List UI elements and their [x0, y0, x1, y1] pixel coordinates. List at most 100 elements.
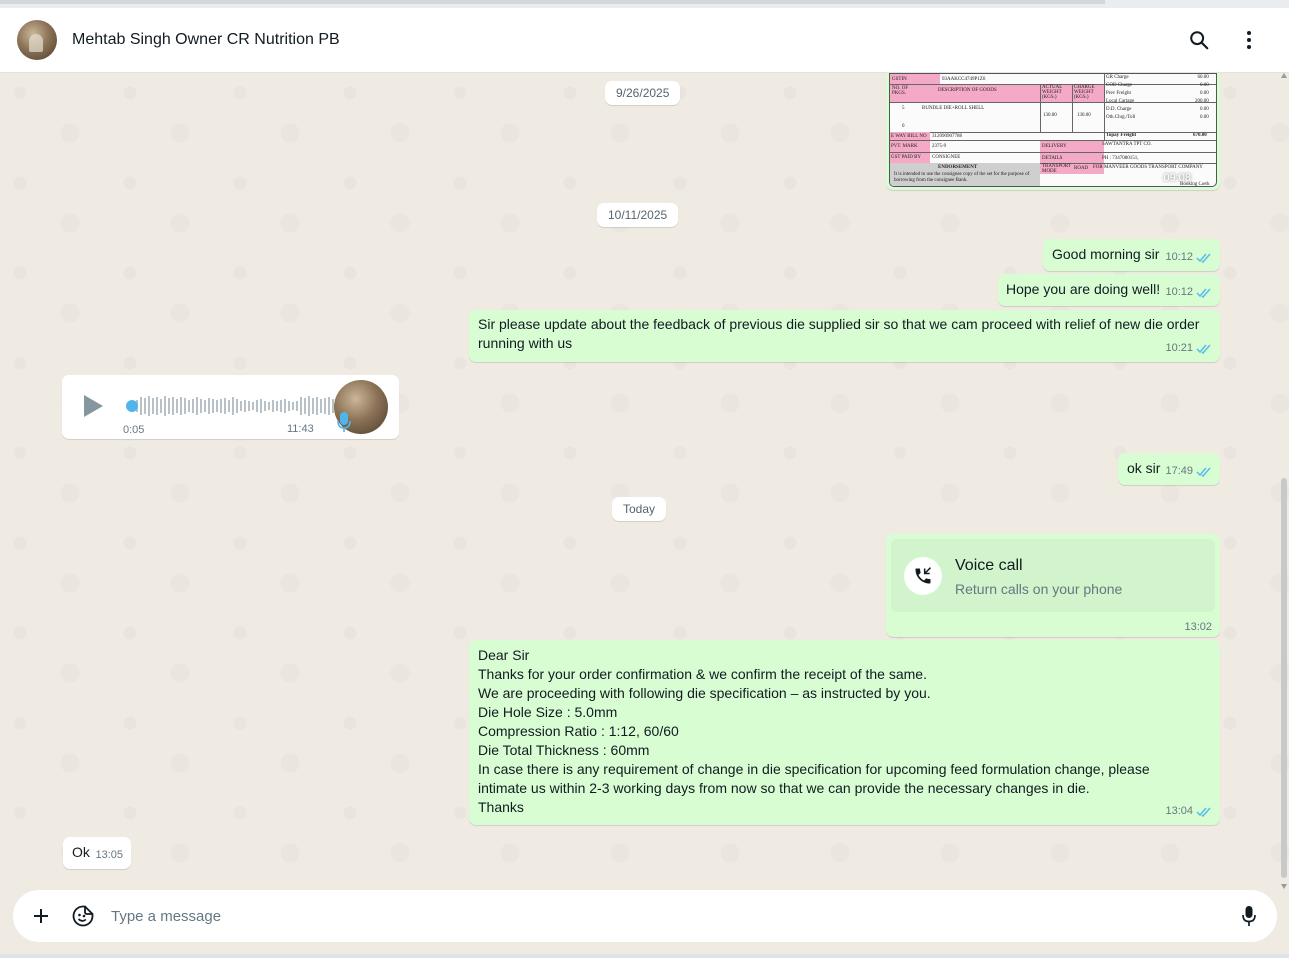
chat-scrollbar[interactable] [1281, 73, 1287, 891]
bottom-strip [0, 954, 1289, 958]
invoice-charge-label: Prev Freight [1106, 91, 1131, 96]
invoice-goods-value: BUNDLE DIE+ROLL SHELL [922, 106, 985, 111]
message-time: 10:21 [1165, 342, 1193, 354]
message-input[interactable] [111, 907, 1211, 925]
read-ticks-icon [1194, 174, 1209, 184]
chat-header: Mehtab Singh Owner CR Nutrition PB [0, 8, 1289, 73]
outgoing-message[interactable]: Sir please update about the feedback of … [469, 310, 1220, 362]
chat-messages-area[interactable]: GSTIN 03AAKCC4749P1Z6 NO. OF PKGS. DESCR… [0, 73, 1289, 891]
sticker-icon[interactable] [69, 902, 97, 930]
message-meta: 10:12 [1165, 283, 1212, 302]
message-text: Dear Sir Thanks for your order confirmat… [478, 647, 1150, 815]
date-separator: 9/26/2025 [605, 81, 681, 105]
read-ticks-icon [1196, 253, 1211, 263]
invoice-pkgs-value-2: 0 [902, 124, 905, 129]
invoice-col-line [1072, 84, 1073, 132]
invoice-col-line [1104, 74, 1105, 140]
invoice-charge-value: 0.00 [1200, 83, 1209, 88]
header-actions [1185, 26, 1263, 54]
date-separator: 10/11/2025 [597, 203, 679, 227]
invoice-charge-label: GR Charge [1106, 75, 1129, 80]
invoice-charge-label: Local Cartage [1106, 99, 1135, 104]
top-strip-bar [0, 0, 1105, 4]
invoice-col-line [1040, 84, 1041, 132]
invoice-actual-value: 130.00 [1043, 113, 1057, 118]
invoice-delivery-value: SAWTANTRA TPT CO. [1102, 142, 1152, 147]
invoice-for-company: FOR MANVEER GOODS TRANSPORT COMPANY [1093, 165, 1203, 170]
invoice-charge-value: 130.00 [1077, 113, 1091, 118]
plus-icon[interactable] [27, 902, 55, 930]
date-separator: Today [612, 497, 667, 521]
outgoing-message[interactable]: Hope you are doing well! 10:12 [998, 274, 1220, 306]
message-time: 11:43 [287, 423, 314, 435]
invoice-gst-paid-label: GST PAID BY [891, 155, 922, 160]
message-text: Ok [72, 844, 90, 860]
invoice-charge-value: 200.00 [1195, 99, 1209, 104]
invoice-charge-value: 0.00 [1200, 107, 1209, 112]
transport-invoice-image[interactable]: GSTIN 03AAKCC4749P1Z6 NO. OF PKGS. DESCR… [889, 73, 1217, 187]
invoice-charges-values: 60.00 0.00 0.00 200.00 0.00 0.00 [1195, 74, 1209, 122]
invoice-transport-mode-label: TRANSPORT MODE [1042, 164, 1071, 174]
message-meta: 17:49 [1165, 462, 1212, 481]
invoice-pkgs-value: 5 [902, 106, 905, 111]
contact-name[interactable]: Mehtab Singh Owner CR Nutrition PB [72, 31, 340, 49]
invoice-pkgs-label: NO. OF PKGS. [892, 86, 909, 96]
invoice-charge-value: 0.00 [1200, 115, 1209, 120]
invoice-topay-value: 670.00 [1193, 133, 1207, 138]
invoice-line [890, 132, 1216, 133]
message-meta: 10:12 [1165, 248, 1212, 267]
invoice-line [890, 152, 1216, 153]
message-meta: 10:21 [1165, 339, 1212, 358]
message-meta: 13:04 [1165, 802, 1212, 821]
incoming-message[interactable]: Ok 13:05 [63, 837, 131, 869]
message-time: 09:08 [1163, 172, 1191, 184]
read-ticks-icon [1196, 807, 1211, 817]
scroll-up-arrow[interactable] [1281, 73, 1287, 78]
invoice-pvt-mark-label: PVT. MARK [891, 144, 918, 149]
invoice-details-label: DETAILS [1042, 156, 1063, 161]
invoice-charges-labels: GR Charge COD Charge Prev Freight Local … [1106, 74, 1135, 122]
voice-call-subtitle: Return calls on your phone [955, 581, 1123, 597]
voice-note-message[interactable]: 0:05 11:43 [62, 375, 399, 439]
message-meta: 13:05 [95, 846, 123, 865]
invoice-charge-label: Oth.Chrg./Toll [1106, 115, 1136, 120]
image-message-meta: 09:08 [1163, 172, 1210, 184]
invoice-endorsement-label: ENDORSEMENT [938, 165, 978, 170]
read-ticks-icon [1196, 288, 1211, 298]
invoice-ph-value: PH : 7347080151, [1102, 156, 1139, 161]
scroll-down-arrow[interactable] [1281, 884, 1287, 889]
browser-top-strip [0, 0, 1289, 8]
outgoing-message[interactable]: ok sir 17:49 [1118, 453, 1220, 485]
more-vertical-icon[interactable] [1235, 26, 1263, 54]
image-message[interactable]: GSTIN 03AAKCC4749P1Z6 NO. OF PKGS. DESCR… [886, 73, 1220, 190]
invoice-charge-label: COD Charge [1106, 83, 1133, 88]
voice-duration: 0:05 [123, 424, 145, 436]
invoice-gst-paid-value: CONSIGNEE [932, 155, 961, 160]
invoice-gstin-value: 03AAKCC4749P1Z6 [942, 77, 986, 82]
message-text: ok sir [1127, 460, 1161, 476]
message-time: 13:05 [95, 849, 123, 861]
mic-icon[interactable] [1235, 902, 1263, 930]
voice-call-message[interactable]: Voice call Return calls on your phone 13… [886, 534, 1220, 637]
invoice-charge-weight-label: CHARGE WEIGHT (KGS.) [1074, 85, 1095, 100]
invoice-gstin-label: GSTIN [892, 77, 907, 82]
invoice-charge-value: 0.00 [1200, 91, 1209, 96]
invoice-delivery-label: DELIVERY [1042, 144, 1067, 149]
contact-avatar[interactable] [17, 20, 57, 60]
message-time: 10:12 [1165, 286, 1193, 298]
invoice-endorsement-text: It is intended to use the consignee copy… [894, 172, 1030, 183]
voice-call-card[interactable]: Voice call Return calls on your phone [891, 539, 1215, 612]
scroll-thumb[interactable] [1281, 478, 1287, 878]
message-text: Sir please update about the feedback of … [478, 316, 1204, 351]
invoice-actual-weight-label: ACTUAL WEIGHT (KGS.) [1042, 85, 1063, 100]
invoice-line [890, 140, 1216, 141]
play-icon[interactable] [84, 395, 103, 417]
search-icon[interactable] [1185, 26, 1213, 54]
invoice-pvt-mark-value: 2375-9 [932, 144, 947, 149]
outgoing-message[interactable]: Dear Sir Thanks for your order confirmat… [469, 640, 1220, 825]
audio-progress-handle[interactable] [126, 400, 138, 412]
outgoing-message[interactable]: Good morning sir 10:12 [1043, 239, 1220, 271]
missed-call-icon [904, 557, 942, 595]
invoice-eway-value: 312090907788 [932, 134, 962, 139]
invoice-eway-label: E WAY BILL NO [891, 134, 927, 139]
